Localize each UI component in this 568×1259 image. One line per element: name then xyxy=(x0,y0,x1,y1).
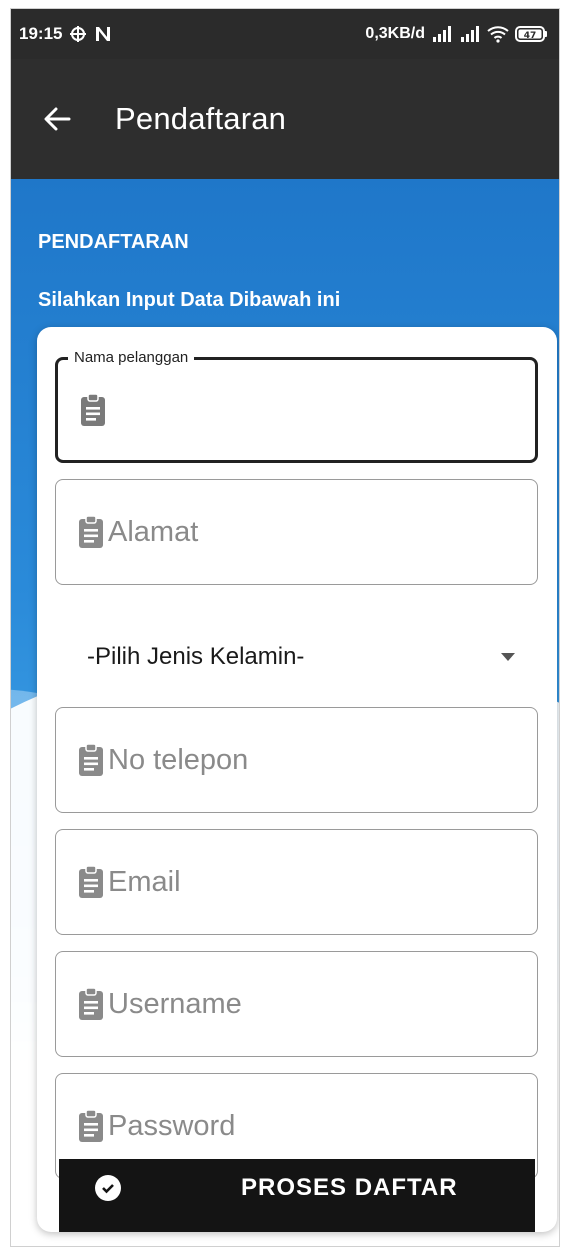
page-title: Pendaftaran xyxy=(115,101,287,136)
back-button[interactable] xyxy=(37,99,77,139)
clipboard-icon xyxy=(79,987,103,1020)
email-placeholder: Email xyxy=(108,865,181,898)
phone-screen: 19:15 0,3KB/d 47 Pendaftaran PENDAFTARAN… xyxy=(10,8,560,1247)
status-bar-right: 0,3KB/d 47 xyxy=(365,25,549,43)
customer-name-field[interactable]: Nama pelanggan xyxy=(55,349,538,463)
address-placeholder: Alamat xyxy=(108,515,199,548)
register-button[interactable]: PROSES DAFTAR xyxy=(59,1159,535,1232)
gender-select-value: -Pilih Jenis Kelamin- xyxy=(87,643,305,670)
section-title: PENDAFTARAN xyxy=(38,231,189,253)
battery-level: 47 xyxy=(524,31,537,41)
arrow-left-icon xyxy=(44,107,71,131)
status-bar: 19:15 0,3KB/d 47 xyxy=(11,9,559,59)
username-field[interactable]: Username xyxy=(55,951,538,1057)
battery-icon: 47 xyxy=(515,25,549,43)
password-placeholder: Password xyxy=(108,1109,236,1142)
registration-form-card: Nama pelanggan Alamat -Pilih Jenis Kelam… xyxy=(37,327,557,1232)
status-time: 19:15 xyxy=(19,24,63,43)
dropdown-arrow-icon xyxy=(501,653,515,661)
gender-select[interactable]: -Pilih Jenis Kelamin- xyxy=(55,617,538,697)
register-button-label: PROSES DAFTAR xyxy=(241,1174,458,1201)
clipboard-icon xyxy=(79,1109,103,1142)
wifi-icon xyxy=(487,25,509,43)
phone-placeholder: No telepon xyxy=(108,743,249,776)
section-subtitle: Silahkan Input Data Dibawah ini xyxy=(38,289,341,311)
usb-icon xyxy=(68,24,88,44)
check-circle-icon xyxy=(95,1175,121,1201)
network-speed: 0,3KB/d xyxy=(365,25,425,42)
customer-name-label: Nama pelanggan xyxy=(68,349,195,366)
email-field[interactable]: Email xyxy=(55,829,538,935)
clipboard-icon xyxy=(79,515,103,548)
username-placeholder: Username xyxy=(108,987,242,1020)
address-field[interactable]: Alamat xyxy=(55,479,538,585)
phone-field[interactable]: No telepon xyxy=(55,707,538,813)
app-bar: Pendaftaran xyxy=(11,59,559,179)
clipboard-icon xyxy=(79,743,103,776)
status-bar-left: 19:15 xyxy=(19,24,112,44)
nfc-icon xyxy=(94,25,112,43)
clipboard-icon xyxy=(81,393,105,426)
signal-icon xyxy=(431,25,453,43)
clipboard-icon xyxy=(79,865,103,898)
signal-icon-2 xyxy=(459,25,481,43)
